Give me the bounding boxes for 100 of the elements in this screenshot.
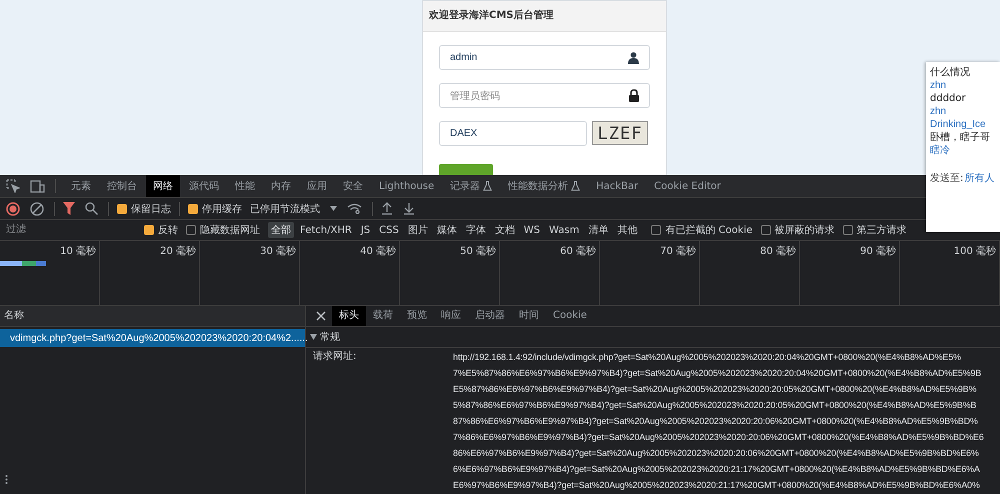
type-filter-button[interactable]: 其他	[614, 222, 640, 238]
record-icon[interactable]	[6, 202, 20, 216]
panel-tab[interactable]: 内存	[264, 175, 298, 197]
type-filter-button[interactable]: 全部	[268, 222, 294, 238]
caret-icon	[330, 206, 337, 211]
panel-tab[interactable]: 网络	[146, 175, 180, 197]
type-filter-button[interactable]: 图片	[404, 222, 431, 238]
checkbox[interactable]	[188, 204, 198, 214]
checkbox[interactable]	[186, 225, 196, 235]
inspect-icon[interactable]	[6, 179, 20, 193]
panel-tab[interactable]: 性能	[228, 175, 262, 197]
checkbox-label: 停用缓存	[202, 202, 242, 216]
checkbox[interactable]	[760, 225, 770, 235]
download-icon[interactable]	[403, 202, 415, 215]
type-filter-button[interactable]: 字体	[462, 222, 489, 238]
search-icon[interactable]	[85, 202, 98, 215]
url-value: E6%97%B6%E9%97%B4)?get=Sat%20Aug%2005%202023%2020:21:17%20GMT+0800%20(%E4%B8%AD%E5%9B%BD%E6%A0%	[453, 479, 981, 492]
panel-tab[interactable]: 源代码	[182, 175, 226, 197]
timeline-tick-label: 100 毫秒	[954, 244, 996, 258]
checkbox-label: 第三方请求	[856, 224, 906, 237]
panel-tab[interactable]: 记录器	[443, 175, 500, 197]
type-filter-button[interactable]: Wasm	[546, 224, 582, 236]
chat-message: 什么情况	[930, 66, 971, 79]
url-value: 87%86%E6%97%B6%E9%97%B4)?get=Sat%20Aug%2005%202023%2020:20:06%20GMT+0800%20(%E4%B8%AD%E5%9B%BD%	[453, 415, 979, 428]
checkbox[interactable]	[117, 204, 127, 214]
chat-message: ddddor	[930, 92, 967, 105]
chat-username: 瞎冷	[930, 144, 951, 157]
device-icon[interactable]	[30, 180, 45, 192]
url-value: 7%E5%87%86%E6%97%B6%E9%97%B4)?get=Sat%20Aug%2005%202023%2020:20:04%20GMT+0800%20(%E4%B8%AD%E5%9B	[453, 367, 982, 380]
panel-tab[interactable]: 性能数据分析	[501, 175, 588, 197]
detail-tab[interactable]: 标头	[332, 306, 366, 326]
timeline-tick-label: 60 毫秒	[560, 244, 596, 258]
url-value: http://192.168.1.4:92/include/vdimgck.php?get=Sat%20Aug%2005%202023%2020:20:04%20GMT+0800%20(%E4%B8%AD%E5%	[453, 351, 962, 364]
throttling-dropdown[interactable]: 已停用节流模式	[250, 202, 320, 216]
detail-tab[interactable]: 预览	[400, 306, 434, 326]
send-to-label: 发送至:	[930, 172, 964, 185]
checkbox-label: 被屏蔽的请求	[774, 224, 834, 237]
timeline-tick-label: 90 毫秒	[860, 244, 896, 258]
detail-tab[interactable]: Cookie	[546, 306, 594, 326]
panel-tab[interactable]: Cookie Editor	[647, 175, 728, 197]
login-title: 欢迎登录海洋CMS后台管理	[423, 1, 666, 32]
timeline-tick-label: 70 毫秒	[660, 244, 696, 258]
panel-tab[interactable]: 应用	[300, 175, 334, 197]
type-filter-button[interactable]: 媒体	[434, 222, 460, 238]
field-label: 请求网址:	[312, 350, 358, 364]
close-icon[interactable]	[316, 311, 326, 321]
timeline-tick-label: 10 毫秒	[60, 244, 96, 258]
panel-tab[interactable]: 安全	[336, 175, 370, 197]
url-value: 5%87%86%E6%97%B6%E9%97%B4)?get=Sat%20Aug%2005%202023%2020:20:05%20GMT+0800%20(%E4%B8%AD%E5%9B%B	[453, 399, 978, 412]
chat-username: Drinking_Ice	[930, 118, 987, 131]
checkbox-label: 隐藏数据网址	[200, 224, 260, 237]
type-filter-button[interactable]: 文档	[492, 222, 518, 238]
panel-tab[interactable]: HackBar	[589, 175, 646, 197]
checkbox[interactable]	[651, 225, 662, 235]
column-header: 名称	[0, 306, 305, 327]
panel-tab[interactable]: Lighthouse	[372, 175, 442, 197]
filter-icon[interactable]	[63, 202, 75, 215]
user-icon	[628, 52, 639, 64]
url-value: 7%86%E6%97%B6%E9%97%B4)?get=Sat%20Aug%2005%202023%2020:20:06%20GMT+0800%20(%E4%B8%AD%E5%9B%BD%E6	[453, 431, 984, 444]
more-icon[interactable]	[5, 475, 8, 484]
request-row[interactable]: vdimgck.php?get=Sat%20Aug%2005%202023%2020:20:04%2......	[0, 329, 305, 347]
chat-username: zhn	[930, 79, 948, 92]
timeline-tick-label: 50 毫秒	[460, 244, 496, 258]
captcha-field[interactable]: DAEX	[439, 121, 587, 146]
password-field[interactable]: 管理员密码	[439, 83, 650, 108]
chat-username: zhn	[930, 105, 948, 118]
timeline-tick-label: 30 毫秒	[260, 244, 296, 258]
type-filter-button[interactable]: 清单	[585, 222, 612, 238]
panel-tab[interactable]: 控制台	[100, 175, 144, 197]
section-header[interactable]: 常规	[306, 327, 1000, 348]
upload-icon[interactable]	[381, 202, 393, 215]
type-filter-button[interactable]: CSS	[376, 224, 402, 236]
detail-tab[interactable]: 时间	[512, 306, 546, 326]
captcha-image: LZEF	[592, 121, 648, 145]
type-filter-button[interactable]: JS	[358, 224, 374, 236]
type-filter-button[interactable]: WS	[520, 224, 544, 236]
detail-tab[interactable]: 载荷	[366, 306, 400, 326]
checkbox-label: 反转	[158, 224, 178, 237]
url-value: E5%87%86%E6%97%B6%E9%97%B4)?get=Sat%20Aug%2005%202023%2020:20:05%20GMT+0800%20(%E4%B8%AD%E5%9B%	[453, 383, 978, 396]
caret-icon	[310, 334, 317, 340]
type-filter-button[interactable]: Fetch/XHR	[297, 224, 355, 236]
filter-field[interactable]: 过滤	[0, 221, 134, 239]
lock-icon	[629, 89, 639, 102]
username-field[interactable]: admin	[439, 45, 650, 70]
waterfall-bar	[0, 261, 46, 266]
detail-tab[interactable]: 启动器	[468, 306, 512, 326]
panel-tab[interactable]: 元素	[64, 175, 98, 197]
detail-tab[interactable]: 响应	[434, 306, 468, 326]
timeline-tick-label: 80 毫秒	[760, 244, 796, 258]
checkbox[interactable]	[144, 225, 154, 235]
timeline-tick-label: 40 毫秒	[360, 244, 396, 258]
clear-icon[interactable]	[30, 202, 44, 216]
checkbox-label: 有已拦截的 Cookie	[665, 224, 752, 237]
url-value: 86%E6%97%B6%E9%97%B4)?get=Sat%20Aug%2005%202023%2020:20:06%20GMT+0800%20(%E4%B8%AD%E5%9B%BD%E6%	[453, 447, 980, 460]
chat-message: 卧槽，瞎子哥	[930, 131, 991, 144]
timeline-tick-label: 20 毫秒	[160, 244, 196, 258]
checkbox-label: 保留日志	[131, 202, 171, 216]
recipient-dropdown[interactable]: 所有人	[964, 171, 994, 185]
checkbox[interactable]	[842, 225, 852, 235]
wifi-icon[interactable]	[347, 203, 362, 214]
